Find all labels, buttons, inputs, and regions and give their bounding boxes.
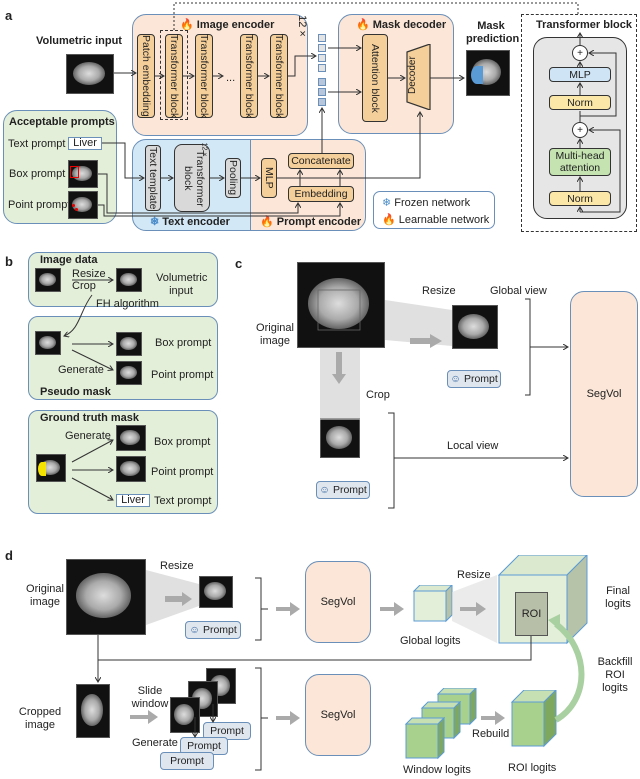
arrow-mlp-to-decoder [277,112,420,179]
arrow-box-to-embedding [98,173,298,214]
connector-overlay [0,2,621,771]
arrow-encoder-to-tokens [288,56,316,77]
arrow-point-to-embedding [98,203,340,217]
arrow-text-to-template [102,142,144,178]
dashed-link-to-detail [173,2,579,30]
